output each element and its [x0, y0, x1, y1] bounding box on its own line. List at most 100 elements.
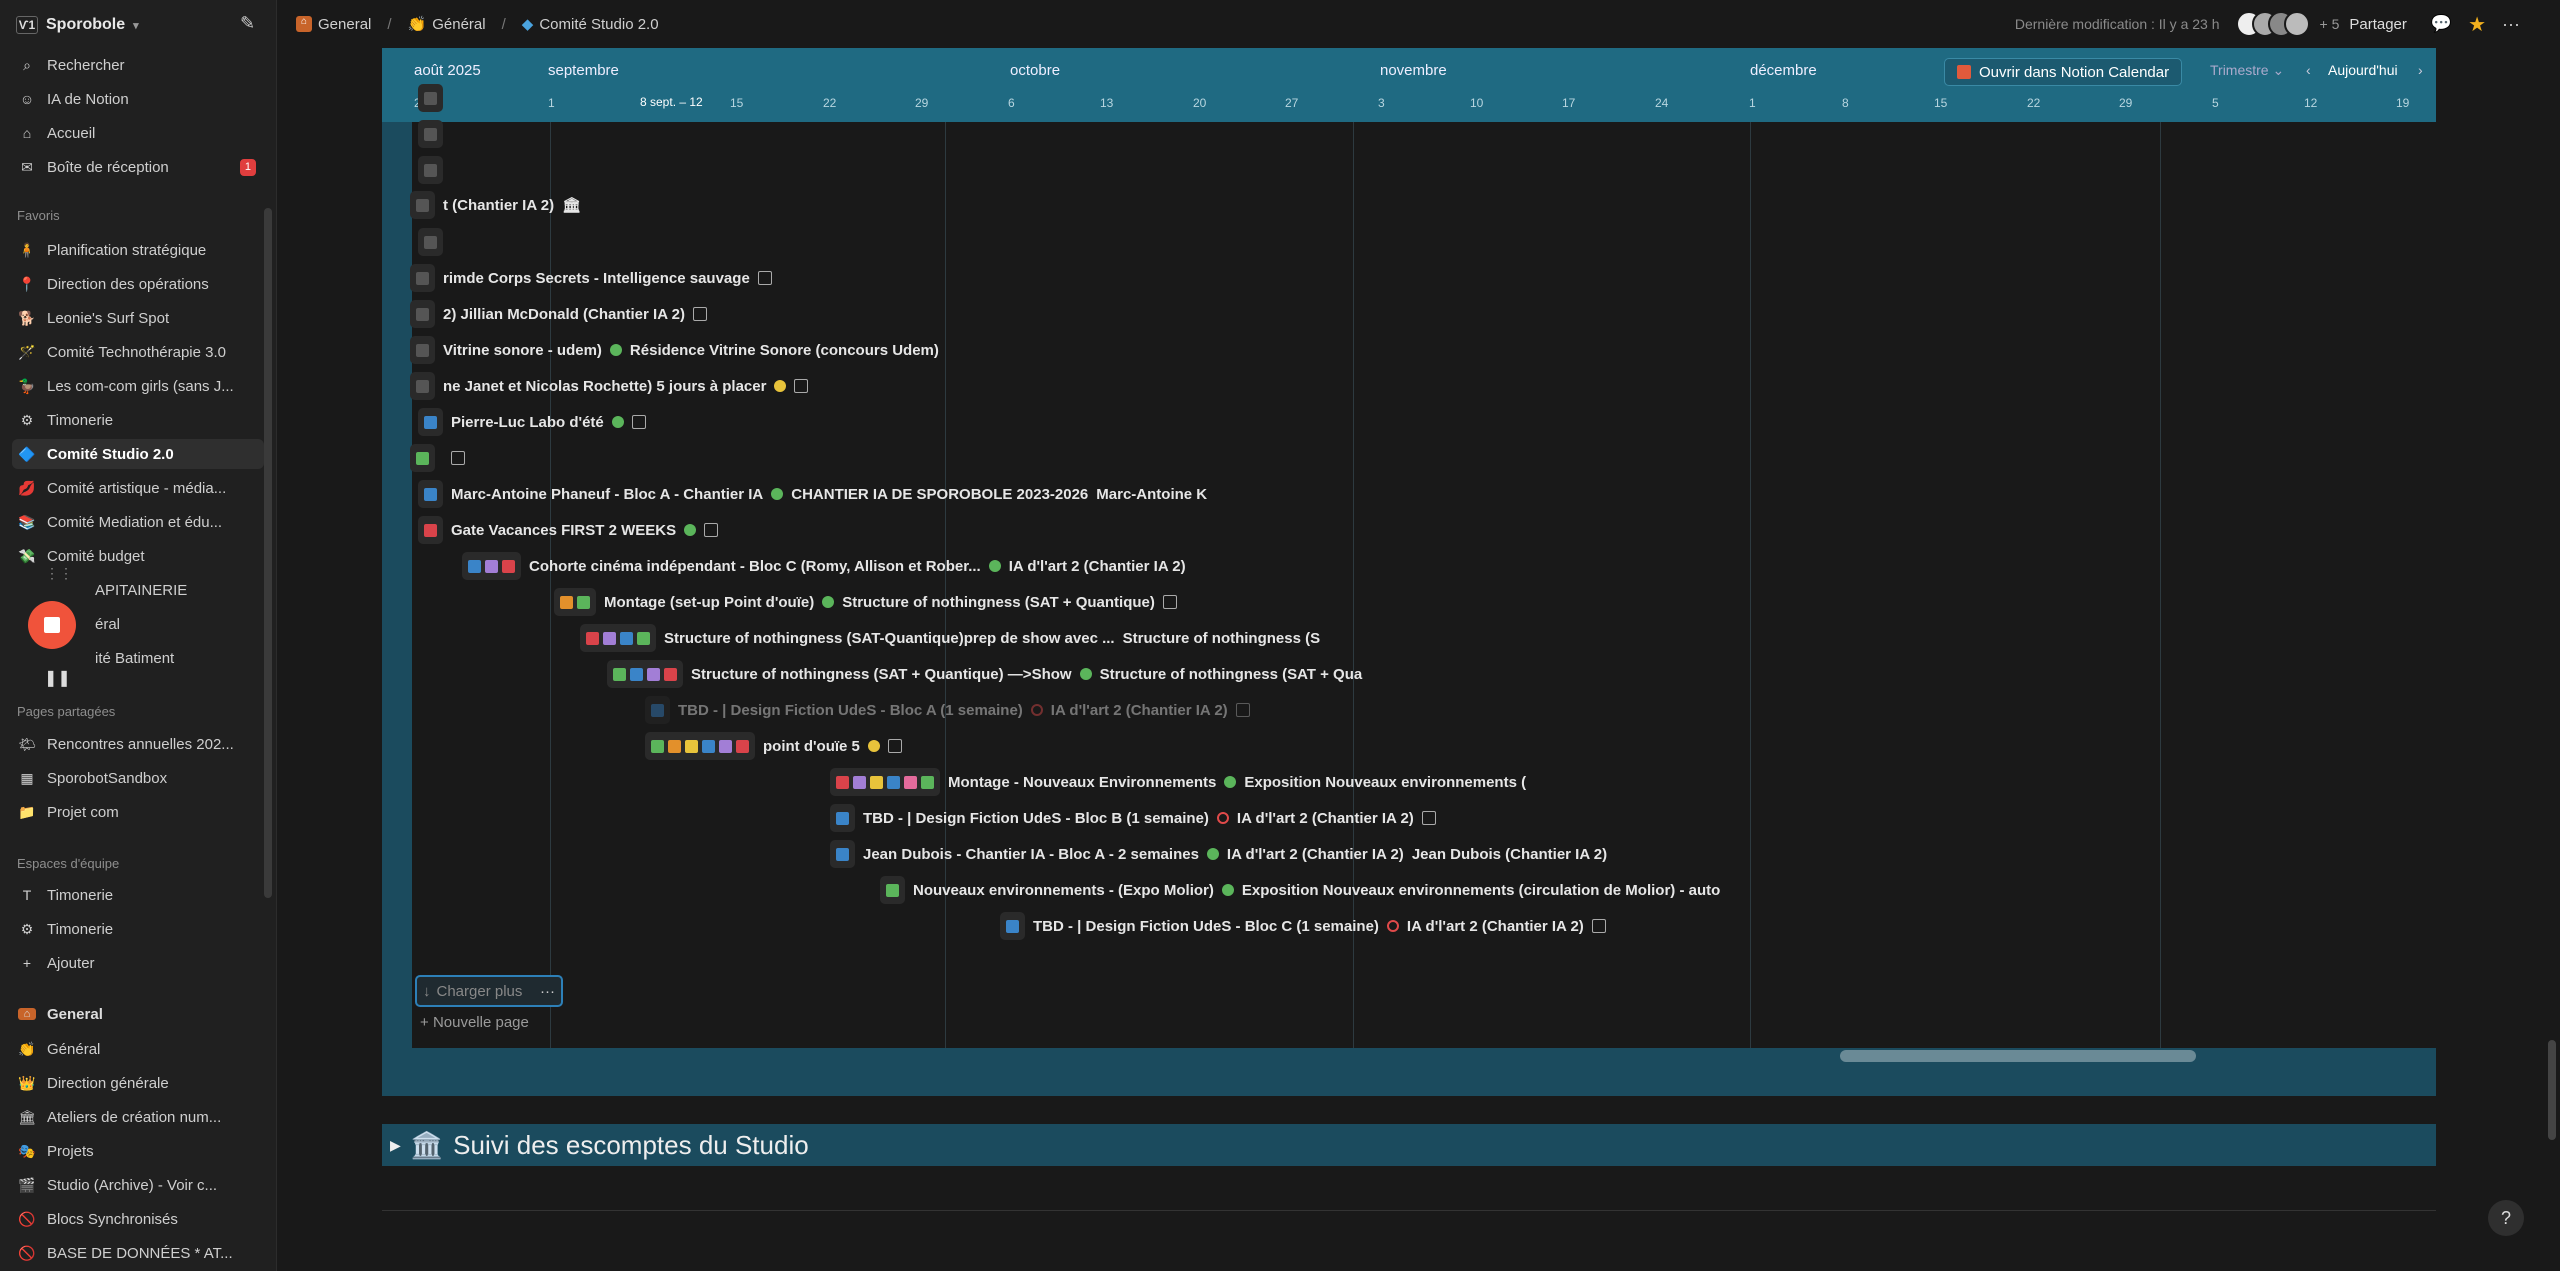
sidebar-item-inbox[interactable]: ✉ Boîte de réception 1	[12, 152, 264, 182]
related-project[interactable]: IA d'l'art 2 (Chantier IA 2)	[1237, 810, 1414, 827]
crumb-general[interactable]: ⌂ General	[296, 16, 371, 33]
timeline-item[interactable]	[418, 228, 451, 256]
checkbox[interactable]	[794, 379, 809, 393]
checkbox[interactable]	[1235, 703, 1250, 717]
related-project[interactable]: IA d'l'art 2 (Chantier IA 2)	[1407, 918, 1584, 935]
sidebar-favorite-7[interactable]: 💋 Comité artistique - média...	[12, 473, 264, 503]
related-person[interactable]: Jean Dubois (Chantier IA 2)	[1412, 846, 1607, 863]
timeline-item[interactable]	[418, 120, 451, 148]
timeline-item[interactable]: Nouveaux environnements - (Expo Molior) E…	[880, 876, 1720, 904]
sidebar-general-2[interactable]: 🏛 Ateliers de création num...	[12, 1102, 264, 1132]
avatar-stack[interactable]	[2235, 11, 2310, 37]
related-project[interactable]: Structure of nothingness (SAT + Qua	[1100, 666, 1363, 683]
sidebar-favorite-0[interactable]: 🧍 Planification stratégique	[12, 235, 264, 265]
checkbox[interactable]	[887, 739, 902, 753]
sidebar-favorite-10[interactable]: APITAINERIE	[60, 575, 260, 605]
stop-recording-button[interactable]	[28, 601, 76, 649]
sidebar-team-1[interactable]: ⚙ Timonerie	[12, 914, 264, 944]
sidebar-team-2[interactable]: + Ajouter	[12, 948, 264, 978]
timeline-item[interactable]: Marc-Antoine Phaneuf - Bloc A - Chantier…	[418, 480, 1207, 508]
help-icon[interactable]: ?	[2488, 1200, 2524, 1236]
related-project[interactable]: Exposition Nouveaux environnements (	[1244, 774, 1526, 791]
toggle-section-escomptes[interactable]: ▶ 🏛️ Suivi des escomptes du Studio	[382, 1124, 2436, 1166]
horizontal-scrollbar[interactable]	[1840, 1050, 2196, 1062]
sidebar-item-general-team[interactable]: ⌂ General	[12, 999, 264, 1029]
timeline-item[interactable]: TBD - | Design Fiction UdeS - Bloc C (1 …	[1000, 912, 1606, 940]
sidebar-general-1[interactable]: 👑 Direction générale	[12, 1068, 264, 1098]
timeline-item[interactable]: Cohorte cinéma indépendant - Bloc C (Rom…	[462, 552, 1186, 580]
timeline-item[interactable]: rimde Corps Secrets - Intelligence sauva…	[410, 264, 772, 292]
checkbox[interactable]	[631, 415, 646, 429]
prev-icon[interactable]: ‹	[2306, 62, 2311, 78]
checkbox[interactable]	[692, 307, 707, 321]
drag-handle-icon[interactable]: ⋮⋮	[45, 565, 73, 582]
more-icon[interactable]: ···	[2502, 14, 2520, 35]
checkbox[interactable]	[704, 523, 719, 537]
checkbox[interactable]	[1591, 919, 1606, 933]
timeline-item[interactable]: TBD - | Design Fiction UdeS - Bloc B (1 …	[830, 804, 1436, 832]
new-page-button[interactable]: + Nouvelle page	[420, 1014, 529, 1031]
sidebar-favorite-3[interactable]: 🪄 Comité Technothérapie 3.0	[12, 337, 264, 367]
pause-icon[interactable]: ❚❚	[44, 668, 71, 688]
sidebar-general-6[interactable]: 🚫 BASE DE DONNÉES * AT...	[12, 1238, 264, 1268]
sidebar-favorite-5[interactable]: ⚙ Timonerie	[12, 405, 264, 435]
timeline-item[interactable]: Montage - Nouveaux Environnements Exposit…	[830, 768, 1526, 796]
timeline-item[interactable]: Structure of nothingness (SAT-Quantique)…	[580, 624, 1320, 652]
timeline-item[interactable]: Vitrine sonore - udem) Résidence Vitrine …	[410, 336, 939, 364]
sidebar-general-3[interactable]: 🎭 Projets	[12, 1136, 264, 1166]
timeline-item[interactable]: TBD - | Design Fiction UdeS - Bloc A (1 …	[645, 696, 1250, 724]
timeline-item[interactable]: Gate Vacances FIRST 2 WEEKS	[418, 516, 719, 544]
timeline-item[interactable]: 2) Jillian McDonald (Chantier IA 2)	[410, 300, 707, 328]
related-project[interactable]: Résidence Vitrine Sonore (concours Udem)	[630, 342, 939, 359]
sidebar-general-0[interactable]: 👏 Général	[12, 1034, 264, 1064]
timeline-item[interactable]: Montage (set-up Point d'ouïe) Structure o…	[554, 588, 1177, 616]
related-project[interactable]: IA d'l'art 2 (Chantier IA 2)	[1009, 558, 1186, 575]
sidebar-favorite-6[interactable]: 🔷 Comité Studio 2.0	[12, 439, 264, 469]
crumb-general-page[interactable]: 👏 Général	[408, 15, 486, 34]
timeline-item[interactable]: Pierre-Luc Labo d'été	[418, 408, 646, 436]
sidebar-favorite-11[interactable]: éral	[60, 609, 260, 639]
new-page-icon[interactable]: ✎	[240, 13, 255, 34]
more-icon[interactable]: ···	[540, 983, 555, 1000]
sidebar-general-4[interactable]: 🎬 Studio (Archive) - Voir c...	[12, 1170, 264, 1200]
sidebar-favorite-1[interactable]: 📍 Direction des opérations	[12, 269, 264, 299]
timeline-item[interactable]: Structure of nothingness (SAT + Quantiqu…	[607, 660, 1362, 688]
sidebar-favorite-2[interactable]: 🐕 Leonie's Surf Spot	[12, 303, 264, 333]
page-scrollbar[interactable]	[2548, 1040, 2556, 1140]
checkbox[interactable]	[757, 271, 772, 285]
sidebar-favorite-12[interactable]: ité Batiment	[60, 643, 260, 673]
crumb-current[interactable]: ◆ Comité Studio 2.0	[522, 15, 659, 34]
timeline-item[interactable]	[418, 84, 451, 112]
load-more-button[interactable]: ↓ Charger plus ···	[415, 975, 563, 1007]
sidebar-item-ai[interactable]: ☺ IA de Notion	[12, 84, 264, 114]
related-person[interactable]: Marc-Antoine K	[1096, 486, 1207, 503]
related-project[interactable]: Structure of nothingness (SAT + Quantiqu…	[842, 594, 1155, 611]
sidebar-favorite-4[interactable]: 🦆 Les com-com girls (sans J...	[12, 371, 264, 401]
related-project[interactable]: Exposition Nouveaux environnements (circ…	[1242, 882, 1720, 899]
checkbox[interactable]	[451, 451, 465, 465]
period-select[interactable]: Trimestre ⌄	[2210, 62, 2284, 79]
timeline-item[interactable]: t (Chantier IA 2) 🏛	[410, 191, 581, 219]
workspace-switcher[interactable]: Ѵ1 Sporobole ▾	[16, 12, 139, 38]
timeline-item[interactable]	[418, 156, 451, 184]
share-button[interactable]: Partager	[2349, 16, 2407, 33]
sidebar-scrollbar[interactable]	[264, 208, 272, 898]
related-project[interactable]: IA d'l'art 2 (Chantier IA 2)	[1227, 846, 1404, 863]
related-project[interactable]: IA d'l'art 2 (Chantier IA 2)	[1051, 702, 1228, 719]
today-button[interactable]: Aujourd'hui	[2328, 62, 2398, 78]
toggle-triangle-icon[interactable]: ▶	[390, 1137, 401, 1154]
timeline-item[interactable]: Jean Dubois - Chantier IA - Bloc A - 2 s…	[830, 840, 1607, 868]
sidebar-item-home[interactable]: ⌂ Accueil	[12, 118, 264, 148]
checkbox[interactable]	[1421, 811, 1436, 825]
sidebar-shared-2[interactable]: 📁 Projet com	[12, 797, 264, 827]
sidebar-team-0[interactable]: T Timonerie	[12, 880, 264, 910]
open-calendar-button[interactable]: Ouvrir dans Notion Calendar	[1944, 58, 2183, 86]
checkbox[interactable]	[1162, 595, 1177, 609]
next-icon[interactable]: ›	[2418, 62, 2423, 78]
timeline-item[interactable]: point d'ouïe 5	[645, 732, 902, 760]
related-project[interactable]: CHANTIER IA DE SPOROBOLE 2023-2026	[791, 486, 1088, 503]
sidebar-shared-0[interactable]: 🌤 Rencontres annuelles 202...	[12, 729, 264, 759]
sidebar-shared-1[interactable]: ▦ SporobotSandbox	[12, 763, 264, 793]
star-icon[interactable]: ★	[2468, 12, 2486, 37]
sidebar-favorite-8[interactable]: 📚 Comité Mediation et édu...	[12, 507, 264, 537]
